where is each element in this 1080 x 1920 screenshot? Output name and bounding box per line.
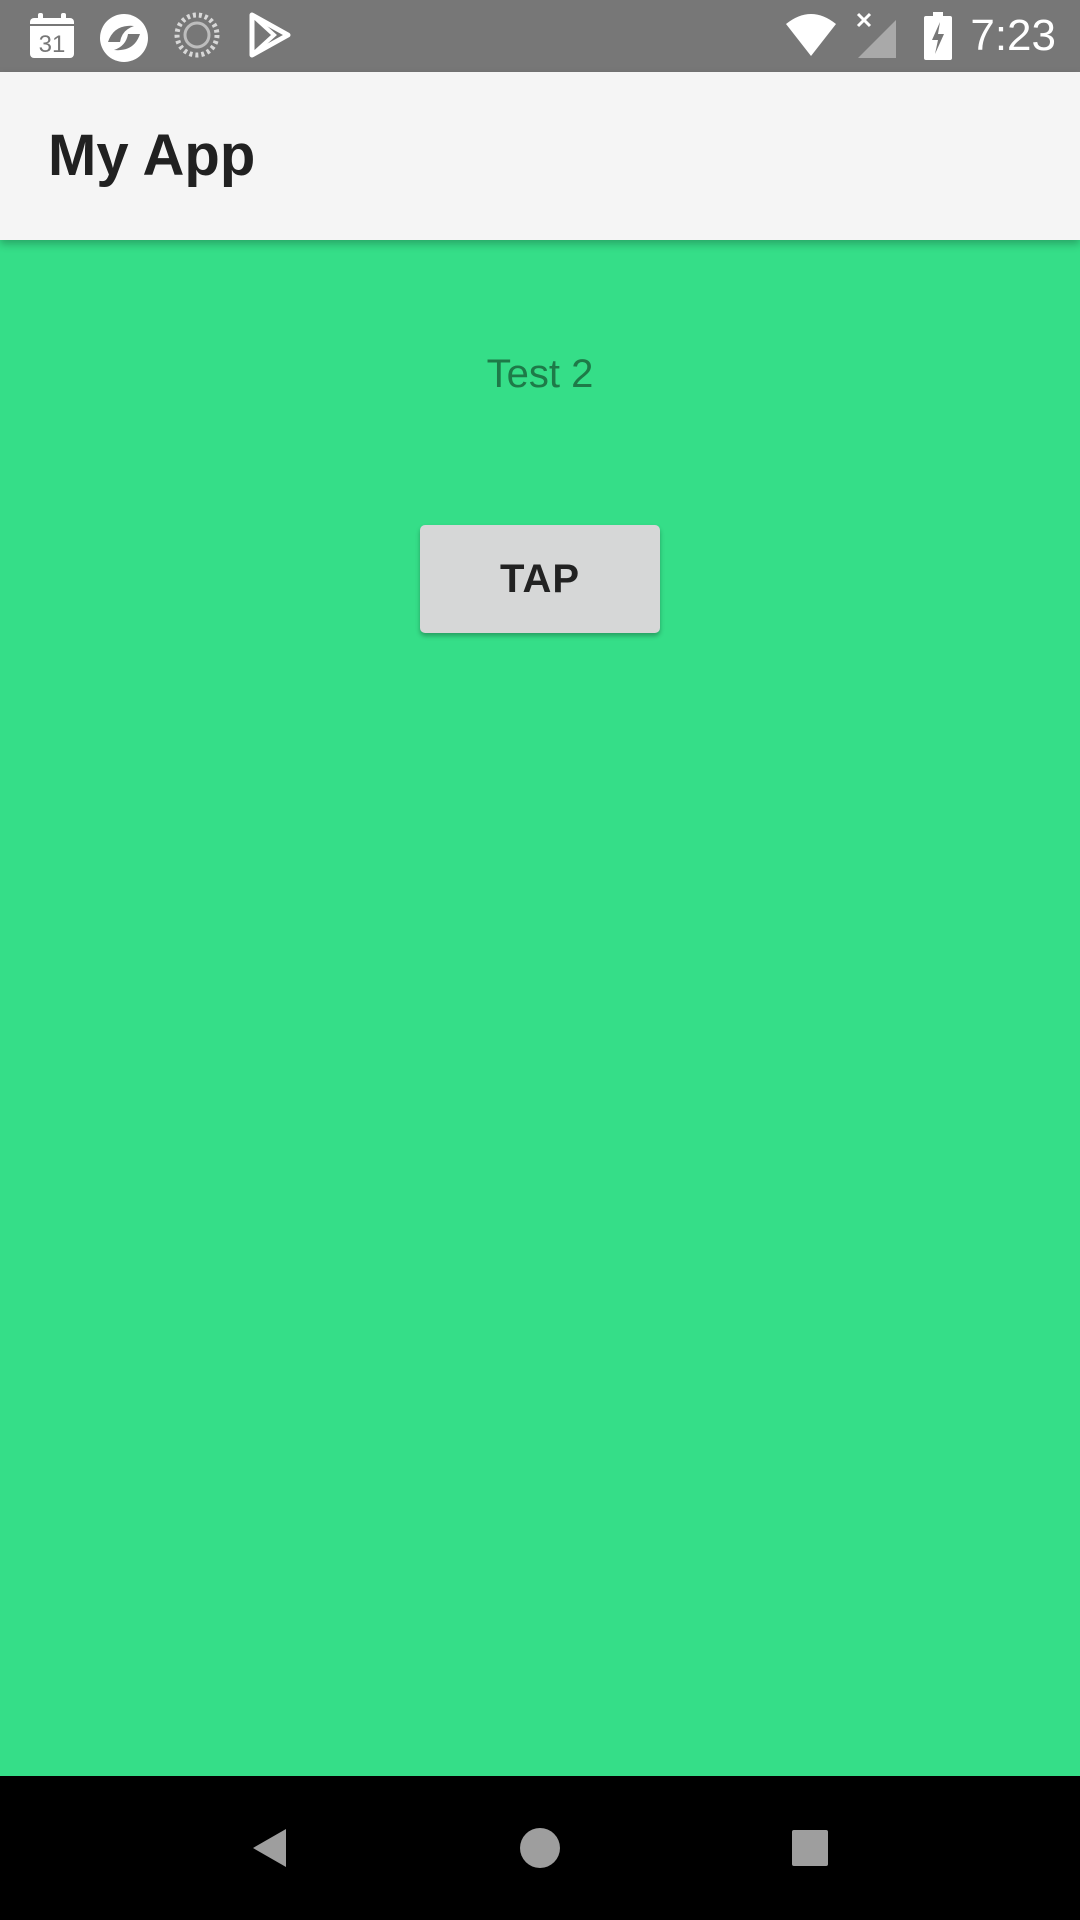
recents-button[interactable]	[768, 1806, 852, 1890]
app-title: My App	[48, 123, 256, 188]
home-icon	[520, 1828, 560, 1868]
play-store-icon	[248, 12, 292, 60]
app-bar: My App	[0, 72, 1080, 240]
recents-icon	[792, 1830, 828, 1866]
content-label: Test 2	[486, 352, 594, 396]
back-icon	[253, 1829, 286, 1867]
back-button[interactable]	[228, 1806, 312, 1890]
wifi-icon	[784, 12, 838, 60]
browser-icon	[98, 12, 150, 62]
no-signal-icon	[856, 12, 898, 60]
screen: 31 7:23 My App Test 2 TAP	[0, 0, 1080, 1920]
calendar-icon: 31	[28, 12, 76, 60]
calendar-day: 31	[39, 31, 66, 58]
navigation-bar	[0, 1776, 1080, 1920]
sync-spinner-icon	[174, 12, 220, 60]
status-bar: 31 7:23	[0, 0, 1080, 72]
home-button[interactable]	[498, 1806, 582, 1890]
tap-button[interactable]: TAP	[420, 525, 660, 633]
status-clock: 7:23	[970, 11, 1056, 60]
battery-charging-icon	[924, 12, 952, 60]
